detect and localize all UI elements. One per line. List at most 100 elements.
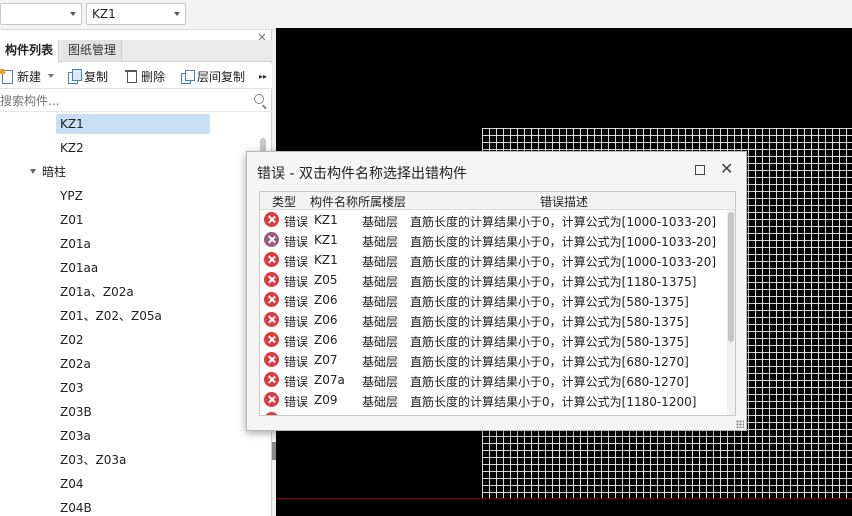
tree-group[interactable]: 暗柱 (30, 162, 66, 182)
cell-name[interactable]: KZ1 (314, 233, 338, 247)
chevron-down-icon (174, 12, 180, 16)
cell-name[interactable]: Z10 (314, 413, 338, 415)
scrollbar-thumb[interactable] (728, 212, 734, 342)
tree-item[interactable]: Z03B (56, 402, 92, 422)
tree-item-label: Z01a、Z02a (60, 285, 134, 299)
cell-floor: 基础层 (362, 255, 399, 269)
cell-name[interactable]: Z06 (314, 313, 338, 327)
table-row[interactable]: 错误 KZ1 基础层 直筋长度的计算结果小于0，计算公式为[1000-1033-20] (260, 230, 730, 250)
tree-item[interactable]: YPZ (56, 186, 83, 206)
tab-component-list[interactable]: 构件列表 (0, 40, 60, 63)
cell-floor: 基础层 (362, 375, 399, 389)
error-icon (264, 292, 279, 307)
cell-name[interactable]: Z07 (314, 353, 338, 367)
column-header-description[interactable]: 错误描述 (540, 193, 588, 210)
tree-item-label: Z03、Z03a (60, 453, 127, 467)
cell-description: 直筋长度的计算结果小于0，计算公式为[1000-1033-20] (410, 235, 717, 249)
tree-item-label: KZ2 (60, 141, 84, 155)
tree-item[interactable]: Z03a (56, 426, 91, 446)
new-button[interactable]: 新建 (0, 67, 55, 85)
tree-item[interactable]: Z03、Z03a (56, 450, 126, 470)
cell-floor: 基础层 (362, 335, 399, 349)
top-toolbar: KZ1 (0, 0, 852, 30)
cell-type: 错误 (284, 275, 309, 289)
trash-icon (124, 69, 138, 83)
table-row[interactable]: 错误 Z06 基础层 直筋长度的计算结果小于0，计算公式为[580-1375] (260, 330, 730, 350)
delete-button[interactable]: 删除 (124, 67, 165, 85)
column-header-floor[interactable]: 所属楼层 (358, 193, 406, 210)
component-search (0, 90, 272, 112)
table-row[interactable]: 错误 Z06 基础层 直筋长度的计算结果小于0，计算公式为[580-1375] (260, 290, 730, 310)
table-row[interactable]: 错误 KZ1 基础层 直筋长度的计算结果小于0，计算公式为[1000-1033-20] (260, 210, 730, 230)
component-list-panel: × 构件列表 图纸管理 新建 复制 删除 层间复制 ▸▸ KZ1KZ2暗柱YPZ… (0, 30, 272, 516)
tree-item-label: Z04B (60, 501, 92, 515)
tree-item[interactable]: Z01a、Z02a (56, 282, 134, 302)
tree-item[interactable]: Z01a (56, 234, 91, 254)
tree-item[interactable]: Z02 (56, 330, 84, 350)
cell-name[interactable]: Z07a (314, 373, 345, 387)
copy-button[interactable]: 复制 (67, 67, 108, 85)
cell-floor: 基础层 (362, 275, 399, 289)
tree-item[interactable]: Z04 (56, 474, 84, 494)
tree-item[interactable]: Z03 (56, 378, 84, 398)
column-header-type[interactable]: 类型 (272, 193, 296, 210)
tree-item[interactable]: KZ2 (56, 138, 84, 158)
cell-name[interactable]: Z06 (314, 293, 338, 307)
table-row[interactable]: 错误 Z07a 基础层 直筋长度的计算结果小于0，计算公式为[680-1270] (260, 370, 730, 390)
error-icon (264, 332, 279, 347)
search-icon[interactable] (254, 94, 264, 104)
cell-name[interactable]: Z09 (314, 393, 338, 407)
chevron-down-icon (70, 12, 76, 16)
cell-description: 直筋长度的计算结果小于0，计算公式为[1180-1200] (410, 395, 697, 409)
cell-floor: 基础层 (362, 235, 399, 249)
table-row[interactable]: 错误 Z10 基础层 直筋长度的计算结果小于0，计算公式为[680-1200] (260, 410, 730, 415)
dialog-title: 错误 - 双击构件名称选择出错构件 (257, 166, 467, 182)
table-row[interactable]: 错误 KZ1 基础层 直筋长度的计算结果小于0，计算公式为[1000-1033-20] (260, 250, 730, 270)
cell-name[interactable]: KZ1 (314, 213, 338, 227)
more-tools-button[interactable]: ▸▸ (259, 67, 267, 85)
cell-type: 错误 (284, 235, 309, 249)
error-icon (264, 232, 279, 247)
tree-item[interactable]: Z01aa (56, 258, 98, 278)
floor-copy-button[interactable]: 层间复制 (180, 67, 245, 85)
error-icon (264, 372, 279, 387)
cell-floor: 基础层 (362, 355, 399, 369)
panel-splitter[interactable] (272, 442, 276, 460)
new-file-icon (0, 69, 14, 84)
close-icon[interactable]: ✕ (720, 161, 733, 177)
tree-item[interactable]: Z04B (56, 498, 92, 516)
tree-item[interactable]: Z01、Z02、Z05a (56, 306, 162, 326)
delete-button-label: 删除 (141, 69, 166, 84)
chevron-down-icon[interactable] (30, 169, 36, 174)
error-icon (264, 392, 279, 407)
cell-floor: 基础层 (362, 395, 399, 409)
cell-type: 错误 (284, 355, 309, 369)
tree-item-label: Z01a (60, 237, 91, 251)
table-row[interactable]: 错误 Z09 基础层 直筋长度的计算结果小于0，计算公式为[1180-1200] (260, 390, 730, 410)
table-row[interactable]: 错误 Z06 基础层 直筋长度的计算结果小于0，计算公式为[580-1375] (260, 310, 730, 330)
search-input[interactable] (0, 91, 250, 111)
error-icon (264, 272, 279, 287)
tree-item[interactable]: Z02a (56, 354, 91, 374)
cell-name[interactable]: Z05 (314, 273, 338, 287)
cell-name[interactable]: KZ1 (314, 253, 338, 267)
cell-description: 直筋长度的计算结果小于0，计算公式为[580-1375] (410, 315, 689, 329)
axis-line (276, 498, 852, 499)
floor-select[interactable] (0, 3, 82, 25)
column-header-name[interactable]: 构件名称 (310, 193, 358, 210)
cell-description: 直筋长度的计算结果小于0，计算公式为[1000-1033-20] (410, 255, 717, 269)
cell-type: 错误 (284, 335, 309, 349)
table-row[interactable]: 错误 Z05 基础层 直筋长度的计算结果小于0，计算公式为[1180-1375] (260, 270, 730, 290)
copy-button-label: 复制 (84, 69, 109, 84)
tree-item[interactable]: Z01 (56, 210, 84, 230)
table-scrollbar[interactable] (727, 210, 735, 415)
component-select-value: KZ1 (92, 7, 116, 21)
cell-name[interactable]: Z06 (314, 333, 338, 347)
maximize-icon[interactable] (695, 165, 705, 175)
table-row[interactable]: 错误 Z07 基础层 直筋长度的计算结果小于0，计算公式为[680-1270] (260, 350, 730, 370)
tab-drawing-management[interactable]: 图纸管理 (63, 40, 123, 62)
tree-item[interactable]: KZ1 (56, 114, 210, 134)
component-select[interactable]: KZ1 (86, 3, 186, 25)
resize-grip-icon[interactable] (736, 420, 744, 428)
chevron-down-icon[interactable] (48, 74, 55, 78)
